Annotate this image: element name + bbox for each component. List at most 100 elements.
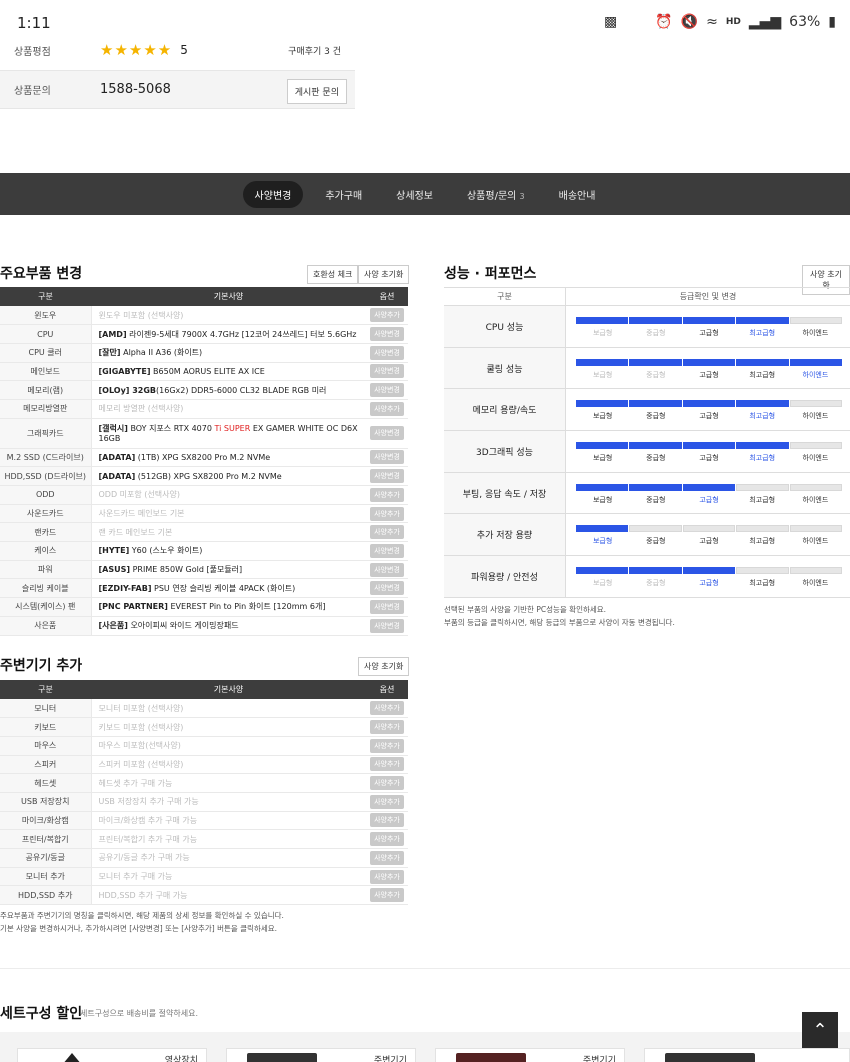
row-category[interactable]: CPU 쿨러 <box>0 343 92 363</box>
grade-option[interactable]: 보급형 <box>576 453 629 463</box>
change-spec-button[interactable]: 사양변경 <box>370 364 404 379</box>
grade-bar-segment[interactable] <box>682 317 736 324</box>
add-spec-button[interactable]: 사양추가 <box>370 757 404 772</box>
change-spec-button[interactable]: 사양변경 <box>370 618 404 633</box>
tab-detail-info[interactable]: 상세정보 <box>384 181 445 208</box>
row-spec[interactable]: [잘만] Alpha II A36 (화이트) <box>91 343 366 363</box>
add-spec-button[interactable]: 사양추가 <box>370 701 404 716</box>
row-category[interactable]: 마이크/화상캠 <box>0 811 92 831</box>
row-spec[interactable]: 모니터 미포함 (선택사양) <box>91 699 366 719</box>
change-spec-button[interactable]: 사양변경 <box>370 383 404 398</box>
grade-bar-segment[interactable] <box>736 567 789 575</box>
add-spec-button[interactable]: 사양추가 <box>370 813 404 828</box>
grade-option[interactable]: 최고급형 <box>736 453 789 463</box>
tab-reviews[interactable]: 상품평/문의 3 <box>455 181 537 208</box>
row-spec[interactable]: HDD,SSD 추가 구매 가능 <box>91 885 366 906</box>
grade-bar-segment[interactable] <box>789 483 843 491</box>
grade-option[interactable]: 중급형 <box>629 328 682 338</box>
grade-bar-segment[interactable] <box>682 442 736 450</box>
add-spec-button[interactable]: 사양추가 <box>370 487 404 502</box>
review-count[interactable]: 구매후기 3 건 <box>288 44 341 57</box>
row-spec[interactable]: [ASUS] PRIME 850W Gold [풀모듈러] <box>91 560 366 580</box>
add-spec-button[interactable]: 사양추가 <box>370 794 404 809</box>
change-spec-button[interactable]: 사양변경 <box>370 581 404 596</box>
scroll-to-top-button[interactable]: ⌃ <box>802 1012 838 1048</box>
row-spec[interactable]: ODD 미포함 (선택사양) <box>91 485 366 505</box>
compat-check-button[interactable]: 호환성 체크 <box>307 265 359 284</box>
row-spec[interactable]: 마우스 미포함(선택사양) <box>91 736 366 756</box>
grade-option[interactable]: 최고급형 <box>736 578 789 588</box>
row-spec[interactable]: 스피커 미포함 (선택사양) <box>91 755 366 775</box>
grade-option[interactable]: 중급형 <box>629 578 682 588</box>
row-category[interactable]: 프린터/복합기 <box>0 829 92 849</box>
change-spec-button[interactable]: 사양변경 <box>370 543 404 558</box>
row-category[interactable]: 모니터 추가 <box>0 867 92 887</box>
grade-option[interactable]: 고급형 <box>682 453 735 463</box>
change-spec-button[interactable]: 사양변경 <box>370 599 404 614</box>
row-spec[interactable]: [AMD] 라이젠9-5세대 7900X 4.7GHz [12코어 24쓰레드]… <box>91 324 366 344</box>
change-spec-button[interactable]: 사양변경 <box>370 450 404 465</box>
row-category[interactable]: 공유기/동글 <box>0 848 92 868</box>
row-category[interactable]: 윈도우 <box>0 306 92 326</box>
grade-option[interactable]: 최고급형 <box>736 370 789 380</box>
set-card[interactable] <box>644 1048 850 1062</box>
row-category[interactable]: 스피커 <box>0 755 92 775</box>
add-spec-button[interactable]: 사양추가 <box>370 308 404 323</box>
row-category[interactable]: 메모리(램) <box>0 380 92 400</box>
grade-bar-segment[interactable] <box>629 317 682 324</box>
grade-bar-segment[interactable] <box>789 567 843 575</box>
grade-option[interactable]: 하이엔드 <box>789 328 842 338</box>
grade-option[interactable]: 보급형 <box>576 578 629 588</box>
grade-bar-segment[interactable] <box>576 442 629 450</box>
row-spec[interactable]: [ADATA] (1TB) XPG SX8200 Pro M.2 NVMe <box>91 448 366 468</box>
row-category[interactable]: 메모리방열판 <box>0 399 92 419</box>
grade-option[interactable]: 고급형 <box>682 536 735 546</box>
row-spec[interactable]: 공유기/동글 추가 구매 가능 <box>91 848 366 868</box>
row-spec[interactable]: USB 저장장치 추가 구매 가능 <box>91 792 366 812</box>
grade-option[interactable]: 하이엔드 <box>789 453 842 463</box>
tab-shipping[interactable]: 배송안내 <box>547 181 608 208</box>
board-inquiry-button[interactable]: 게시판 문의 <box>286 79 347 104</box>
grade-option[interactable]: 중급형 <box>629 370 682 380</box>
grade-option[interactable]: 보급형 <box>576 370 629 380</box>
add-spec-button[interactable]: 사양추가 <box>370 869 404 884</box>
set-card[interactable]: 영상장치 <box>17 1048 207 1062</box>
grade-bar-segment[interactable] <box>576 483 629 491</box>
row-category[interactable]: ODD <box>0 485 92 505</box>
grade-bar-segment[interactable] <box>576 317 629 324</box>
row-spec[interactable]: 키보드 미포함 (선택사양) <box>91 717 366 737</box>
grade-bar-segment[interactable] <box>789 525 843 533</box>
add-spec-button[interactable]: 사양추가 <box>370 506 404 521</box>
tab-add-purchase[interactable]: 추가구매 <box>313 181 374 208</box>
grade-bar-segment[interactable] <box>629 483 682 491</box>
add-spec-button[interactable]: 사양추가 <box>370 401 404 416</box>
row-category[interactable]: HDD,SSD (D드라이브) <box>0 466 92 486</box>
row-category[interactable]: 키보드 <box>0 717 92 737</box>
add-spec-button[interactable]: 사양추가 <box>370 850 404 865</box>
row-category[interactable]: 사은품 <box>0 616 92 636</box>
set-card[interactable]: 주변기기 <box>226 1048 416 1062</box>
grade-bar-segment[interactable] <box>789 358 843 366</box>
grade-option[interactable]: 보급형 <box>576 536 629 546</box>
add-spec-button[interactable]: 사양추가 <box>370 525 404 540</box>
grade-option[interactable]: 하이엔드 <box>789 411 842 421</box>
change-spec-button[interactable]: 사양변경 <box>370 345 404 360</box>
grade-option[interactable]: 중급형 <box>629 495 682 505</box>
grade-bar-segment[interactable] <box>629 567 682 575</box>
row-spec[interactable]: [EZDIY-FAB] PSU 연장 슬리빙 케이블 4PACK (화이트) <box>91 578 366 599</box>
row-spec[interactable]: 메모리 방열판 (선택사양) <box>91 399 366 419</box>
row-category[interactable]: 슬리빙 케이블 <box>0 578 92 599</box>
row-spec[interactable]: 마이크/화상캠 추가 구매 가능 <box>91 811 366 831</box>
grade-bar-segment[interactable] <box>736 358 789 366</box>
change-spec-button[interactable]: 사양변경 <box>370 562 404 577</box>
grade-option[interactable]: 보급형 <box>576 328 629 338</box>
grade-bar-segment[interactable] <box>576 400 629 408</box>
grade-option[interactable]: 고급형 <box>682 578 735 588</box>
grade-bar-segment[interactable] <box>789 317 843 324</box>
row-category[interactable]: 사운드카드 <box>0 504 92 524</box>
grade-option[interactable]: 고급형 <box>682 495 735 505</box>
grade-option[interactable]: 최고급형 <box>736 411 789 421</box>
grade-bar-segment[interactable] <box>682 525 736 533</box>
row-spec[interactable]: 윈도우 미포함 (선택사양) <box>91 306 366 326</box>
row-category[interactable]: M.2 SSD (C드라이브) <box>0 448 92 468</box>
